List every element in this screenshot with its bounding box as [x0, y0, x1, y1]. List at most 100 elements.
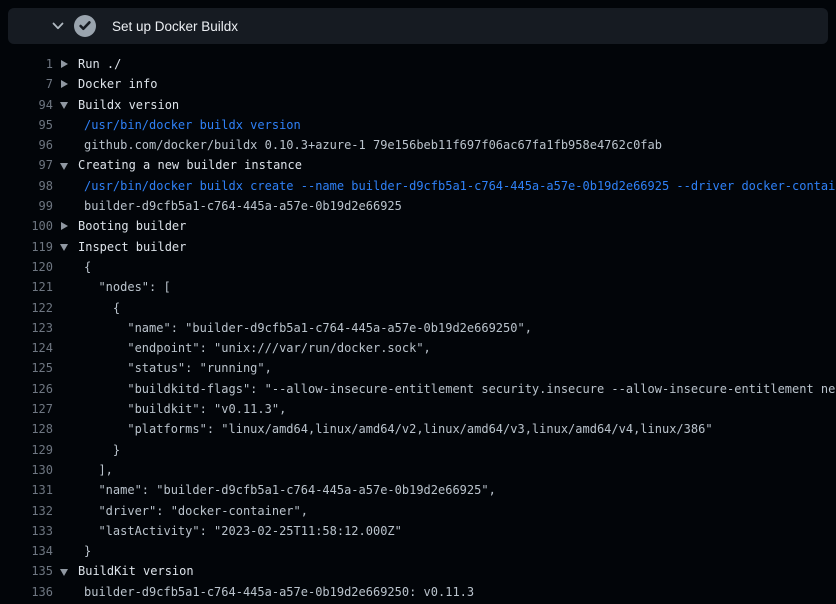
line-number[interactable]: 99 [0, 196, 53, 216]
line-number[interactable]: 131 [0, 480, 53, 500]
line-number[interactable]: 122 [0, 298, 53, 318]
log-text: "nodes": [ [84, 280, 171, 294]
log-line-content: "name": "builder-d9cfb5a1-c764-445a-a57e… [78, 480, 496, 500]
log-line: 120 { [0, 257, 836, 277]
line-number[interactable]: 96 [0, 135, 53, 155]
group-toggle-icon[interactable] [60, 569, 68, 576]
log-text: } [84, 443, 120, 457]
group-title: Buildx version [78, 98, 179, 112]
step-header[interactable]: Set up Docker Buildx [8, 8, 828, 44]
line-number[interactable]: 130 [0, 460, 53, 480]
log-line: 97 Creating a new builder instance [0, 155, 836, 175]
log-line-content: "platforms": "linux/amd64,linux/amd64/v2… [78, 419, 713, 439]
log-text: { [84, 301, 120, 315]
line-number[interactable]: 125 [0, 358, 53, 378]
line-number[interactable]: 94 [0, 95, 53, 115]
line-number[interactable]: 124 [0, 338, 53, 358]
log-group-header[interactable]: Booting builder [78, 216, 186, 236]
log-line: 128 "platforms": "linux/amd64,linux/amd6… [0, 419, 836, 439]
log-line-content: "endpoint": "unix:///var/run/docker.sock… [78, 338, 431, 358]
group-title: Docker info [78, 77, 157, 91]
line-number[interactable]: 100 [0, 216, 53, 236]
log-line-content: "driver": "docker-container", [78, 501, 308, 521]
line-number[interactable]: 136 [0, 582, 53, 602]
line-number[interactable]: 127 [0, 399, 53, 419]
line-number[interactable]: 128 [0, 419, 53, 439]
group-toggle-icon[interactable] [60, 244, 68, 251]
log-line: 122 { [0, 298, 836, 318]
line-number[interactable]: 7 [0, 74, 53, 94]
line-number[interactable]: 129 [0, 440, 53, 460]
log-line: 121 "nodes": [ [0, 277, 836, 297]
log-line: 126 "buildkitd-flags": "--allow-insecure… [0, 379, 836, 399]
group-title: Creating a new builder instance [78, 158, 302, 172]
line-number[interactable]: 95 [0, 115, 53, 135]
log-line-content: "lastActivity": "2023-02-25T11:58:12.000… [78, 521, 402, 541]
log-text: "status": "running", [84, 361, 272, 375]
log-text: builder-d9cfb5a1-c764-445a-a57e-0b19d2e6… [84, 585, 474, 599]
log-line: 127 "buildkit": "v0.11.3", [0, 399, 836, 419]
line-number[interactable]: 132 [0, 501, 53, 521]
log-text: github.com/docker/buildx 0.10.3+azure-1 … [84, 138, 662, 152]
log-line-content: { [78, 257, 91, 277]
log-line: 133 "lastActivity": "2023-02-25T11:58:12… [0, 521, 836, 541]
check-circle-icon [74, 15, 96, 37]
line-number[interactable]: 133 [0, 521, 53, 541]
group-toggle-icon[interactable] [61, 222, 68, 230]
log-text: ], [84, 463, 113, 477]
log-line-content: } [78, 440, 120, 460]
log-group-header[interactable]: Creating a new builder instance [78, 155, 302, 175]
log-line: 134} [0, 541, 836, 561]
log-group-header[interactable]: Inspect builder [78, 237, 186, 257]
log-group-header[interactable]: Run ./ [78, 54, 121, 74]
log-line-content: } [78, 541, 91, 561]
line-number[interactable]: 135 [0, 561, 53, 581]
line-number[interactable]: 120 [0, 257, 53, 277]
log-line-content: builder-d9cfb5a1-c764-445a-a57e-0b19d2e6… [78, 582, 474, 602]
line-number[interactable]: 98 [0, 176, 53, 196]
log-text: "name": "builder-d9cfb5a1-c764-445a-a57e… [84, 483, 496, 497]
log-line: 7 Docker info [0, 74, 836, 94]
line-number[interactable]: 1 [0, 54, 53, 74]
group-toggle-icon[interactable] [60, 163, 68, 170]
log-line: 131 "name": "builder-d9cfb5a1-c764-445a-… [0, 480, 836, 500]
log-text: "buildkitd-flags": "--allow-insecure-ent… [84, 382, 836, 396]
group-title: Inspect builder [78, 240, 186, 254]
log-line: 94 Buildx version [0, 95, 836, 115]
log-line-content: builder-d9cfb5a1-c764-445a-a57e-0b19d2e6… [78, 196, 402, 216]
group-title: BuildKit version [78, 564, 194, 578]
group-title: Booting builder [78, 219, 186, 233]
log-line: 100 Booting builder [0, 216, 836, 236]
log-text: /usr/bin/docker buildx create --name bui… [84, 179, 836, 193]
log-text: "buildkit": "v0.11.3", [84, 402, 286, 416]
log-group-header[interactable]: BuildKit version [78, 561, 194, 581]
group-toggle-icon[interactable] [61, 80, 68, 88]
group-toggle-icon[interactable] [61, 60, 68, 68]
log-line: 135 BuildKit version [0, 561, 836, 581]
log-line: 96 github.com/docker/buildx 0.10.3+azure-… [0, 135, 836, 155]
log-line-content: "status": "running", [78, 358, 272, 378]
log-line-content: ], [78, 460, 113, 480]
log-line: 130 ], [0, 460, 836, 480]
line-number[interactable]: 134 [0, 541, 53, 561]
log-line: 99 builder-d9cfb5a1-c764-445a-a57e-0b19d2… [0, 196, 836, 216]
group-title: Run ./ [78, 57, 121, 71]
log-group-header[interactable]: Docker info [78, 74, 157, 94]
line-number[interactable]: 126 [0, 379, 53, 399]
log-line-content: /usr/bin/docker buildx version [78, 115, 301, 135]
log-line: 98/usr/bin/docker buildx create --name b… [0, 176, 836, 196]
line-number[interactable]: 123 [0, 318, 53, 338]
line-number[interactable]: 97 [0, 155, 53, 175]
log-line-content: "buildkitd-flags": "--allow-insecure-ent… [78, 379, 836, 399]
log-group-header[interactable]: Buildx version [78, 95, 179, 115]
log-text: "lastActivity": "2023-02-25T11:58:12.000… [84, 524, 402, 538]
log-line: 125 "status": "running", [0, 358, 836, 378]
log-line: 124 "endpoint": "unix:///var/run/docker.… [0, 338, 836, 358]
step-title: Set up Docker Buildx [112, 19, 238, 34]
chevron-down-icon[interactable] [50, 18, 66, 34]
line-number[interactable]: 119 [0, 237, 53, 257]
group-toggle-icon[interactable] [60, 102, 68, 109]
log-line: 132 "driver": "docker-container", [0, 501, 836, 521]
line-number[interactable]: 121 [0, 277, 53, 297]
log-line-content: { [78, 298, 120, 318]
